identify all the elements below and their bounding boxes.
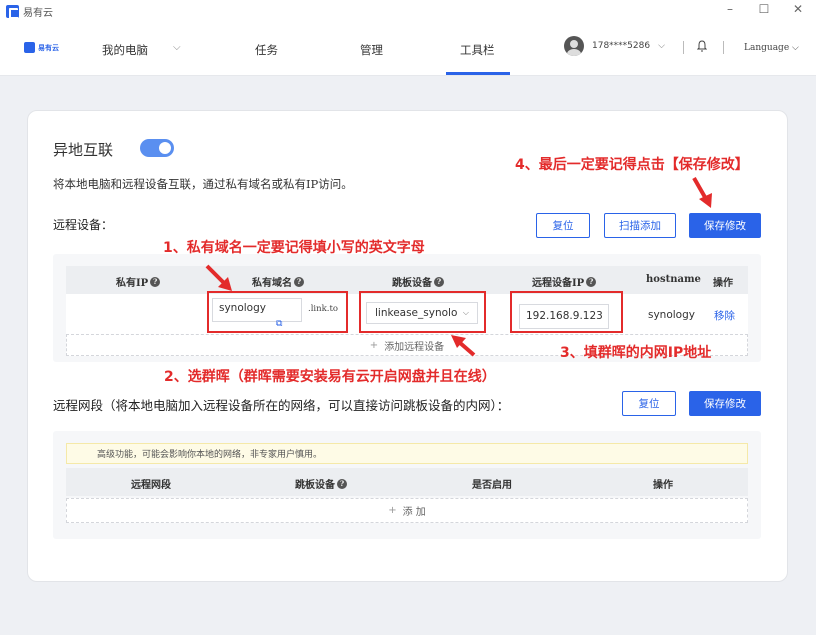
- avatar: [564, 36, 584, 56]
- logo-icon: [24, 42, 35, 53]
- col-enabled: 是否启用: [472, 480, 512, 491]
- remote-devices-header: 私有IP? 私有域名? 跳板设备? 远程设备IP? hostname 操作: [66, 266, 748, 294]
- section-description: 将本地电脑和远程设备互联，通过私有域名或私有IP访问。: [53, 177, 353, 191]
- language-selector[interactable]: Language ⌵: [744, 43, 799, 53]
- save-button[interactable]: 保存修改: [689, 213, 761, 238]
- plus-icon: +: [388, 505, 397, 516]
- active-tab-indicator: [446, 72, 510, 75]
- subnet-save-button[interactable]: 保存修改: [689, 391, 761, 416]
- remote-link-toggle[interactable]: [140, 139, 174, 157]
- bell-icon[interactable]: [697, 40, 707, 52]
- minimize-button[interactable]: –: [724, 2, 736, 16]
- divider: [723, 41, 724, 54]
- copy-icon[interactable]: ⧉: [276, 319, 282, 329]
- nav-logo[interactable]: 易有云: [24, 42, 59, 53]
- nav-bar: 易有云 我的电脑 ⌵ 任务 管理 工具栏 178****5286 ⌵ Langu…: [0, 22, 816, 76]
- help-icon: ?: [586, 276, 597, 287]
- remote-ip-input[interactable]: 192.168.9.123: [519, 304, 609, 329]
- remote-subnet-title: 远程网段（将本地电脑加入远程设备所在的网络，可以直接访问跳板设备的内网）：: [53, 398, 510, 413]
- domain-suffix: .link.to: [308, 304, 338, 314]
- user-menu[interactable]: 178****5286 ⌵: [564, 36, 665, 56]
- col-subnet: 远程网段: [131, 480, 171, 491]
- col-subnet-action: 操作: [653, 480, 673, 491]
- domain-input[interactable]: synology: [212, 298, 302, 322]
- chevron-down-icon: ⌵: [462, 308, 469, 317]
- col-action: 操作: [713, 278, 733, 289]
- section-title: 异地互联: [53, 141, 114, 159]
- chevron-down-icon: ⌵: [658, 41, 665, 51]
- chevron-down-icon[interactable]: ⌵: [173, 42, 181, 53]
- col-remote-ip: 远程设备IP?: [532, 274, 597, 289]
- warning-banner: 高级功能，可能会影响你本地的网络，非专家用户慎用。: [66, 443, 748, 464]
- jump-device-select[interactable]: linkease_synolo ⌵: [366, 302, 478, 324]
- maximize-button[interactable]: ☐: [758, 2, 770, 16]
- col-hostname: hostname: [646, 274, 701, 285]
- app-title: 易有云: [23, 7, 53, 19]
- app-logo-icon: [6, 4, 19, 19]
- help-icon: ?: [150, 276, 161, 287]
- remove-link[interactable]: 移除: [714, 308, 735, 323]
- remote-subnet-header: 远程网段 跳板设备? 是否启用 操作: [66, 468, 748, 496]
- add-subnet-button[interactable]: + 添 加: [66, 498, 748, 523]
- help-icon: ?: [434, 276, 444, 287]
- annotation-3: 3、填群晖的内网IP地址: [560, 345, 712, 361]
- col-jump-device: 跳板设备?: [392, 274, 444, 289]
- scan-add-button[interactable]: 扫描添加: [604, 213, 676, 238]
- annotation-2: 2、选群晖（群晖需要安装易有云开启网盘并且在线）: [164, 369, 496, 385]
- user-phone: 178****5286: [592, 41, 651, 51]
- nav-manage[interactable]: 管理: [360, 42, 383, 58]
- hostname-value: synology: [648, 309, 695, 321]
- subnet-reset-button[interactable]: 复位: [622, 391, 676, 416]
- col-private-ip: 私有IP?: [116, 274, 161, 289]
- help-icon: ?: [337, 478, 347, 489]
- nav-my-computer[interactable]: 我的电脑: [102, 42, 148, 58]
- title-bar: 易有云 – ☐ ✕: [0, 0, 816, 22]
- remote-devices-title: 远程设备：: [53, 218, 114, 232]
- close-button[interactable]: ✕: [792, 2, 804, 16]
- reset-button[interactable]: 复位: [536, 213, 590, 238]
- plus-icon: +: [369, 339, 379, 351]
- divider: [683, 41, 684, 54]
- col-private-domain: 私有域名?: [252, 274, 304, 289]
- nav-toolbar[interactable]: 工具栏: [460, 42, 495, 58]
- annotation-4: 4、最后一定要记得点击【保存修改】: [515, 157, 749, 173]
- col-subnet-jump-device: 跳板设备?: [295, 476, 347, 491]
- nav-tasks[interactable]: 任务: [255, 42, 278, 58]
- help-icon: ?: [294, 276, 304, 287]
- annotation-1: 1、私有域名一定要记得填小写的英文字母: [163, 240, 425, 256]
